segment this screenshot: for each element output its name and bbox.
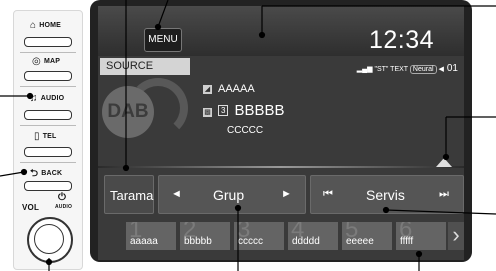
- volume-knob[interactable]: [27, 217, 73, 263]
- vol-audio-label: AUDIO: [55, 204, 73, 210]
- audio-button[interactable]: [24, 110, 72, 120]
- service-icon: ▩: [203, 108, 212, 117]
- preset-2[interactable]: 2 bbbbb: [180, 222, 231, 250]
- channel-number: 01: [446, 63, 458, 74]
- stereo-text-indicator: "ST" TEXT: [374, 66, 408, 73]
- back-button[interactable]: [24, 181, 72, 191]
- service-selector[interactable]: ⏮ Servis ⏭: [310, 175, 464, 214]
- map-compass-icon: ◎: [32, 56, 41, 67]
- audio-label: ♫ AUDIO: [30, 93, 65, 104]
- skip-forward-icon[interactable]: ⏭: [439, 188, 449, 201]
- ensemble-icon: ◢: [203, 85, 212, 94]
- divider: [20, 52, 76, 53]
- home-label: ⌂ HOME: [30, 20, 62, 31]
- ensemble-row: ◢ AAAAA: [203, 83, 255, 95]
- group-label: Grup: [213, 187, 245, 203]
- preset-label: bbbbb: [184, 236, 212, 247]
- clock: 12:34: [368, 26, 434, 54]
- preset-label: eeeee: [346, 236, 374, 247]
- skip-back-icon[interactable]: ⏮: [323, 188, 333, 201]
- preset-3[interactable]: 3 ccccc: [234, 222, 285, 250]
- preset-6[interactable]: 6 fffff: [396, 222, 447, 250]
- service-number: 3: [218, 105, 229, 116]
- signal-icon: ▂▄▆: [356, 66, 375, 73]
- dab-logo: DAB: [102, 86, 154, 138]
- ensemble-name: AAAAA: [218, 83, 255, 95]
- radio-text: CCCCC: [227, 125, 264, 136]
- group-next-icon[interactable]: ►: [281, 188, 292, 200]
- speaker-icon: ◀: [438, 66, 444, 73]
- tel-button[interactable]: [24, 147, 72, 157]
- scan-label: Tarama: [110, 188, 154, 203]
- preset-4[interactable]: 4 ddddd: [288, 222, 339, 250]
- source-button[interactable]: SOURCE: [100, 58, 190, 75]
- hardware-control-panel: ⌂ HOME ◎ MAP ♫ AUDIO ▯ TEL ⮌ BACK VOL ⏻ AUDIO: [13, 10, 83, 270]
- preset-next-icon[interactable]: ›: [448, 222, 464, 250]
- back-arrow-icon: ⮌: [30, 168, 39, 179]
- vol-label: VOL: [22, 203, 40, 212]
- service-label: Servis: [366, 187, 405, 203]
- audio-display: MENU 12:34 SOURCE ▂▄▆ "ST" TEXT Neural ◀…: [98, 6, 464, 260]
- divider: [20, 125, 76, 126]
- preset-label: ccccc: [238, 236, 263, 247]
- group-prev-icon[interactable]: ◄: [171, 188, 182, 200]
- service-name: BBBBB: [234, 102, 285, 119]
- service-row: ▩ 3 BBBBB: [203, 102, 284, 119]
- preset-label: aaaaa: [130, 236, 158, 247]
- map-label: ◎ MAP: [32, 56, 61, 67]
- scan-button[interactable]: Tarama: [104, 175, 154, 214]
- tel-label: ▯ TEL: [34, 131, 57, 142]
- group-selector[interactable]: ◄ Grup ►: [158, 175, 306, 214]
- divider: [20, 162, 76, 163]
- music-note-icon: ♫: [30, 93, 38, 104]
- expand-up-icon[interactable]: [436, 158, 452, 167]
- phone-icon: ▯: [34, 131, 40, 142]
- neural-badge: Neural: [409, 65, 437, 74]
- preset-label: ddddd: [292, 236, 320, 247]
- menu-button[interactable]: MENU: [144, 28, 182, 52]
- map-button[interactable]: [24, 71, 72, 81]
- divider: [20, 86, 76, 87]
- preset-5[interactable]: 5 eeeee: [342, 222, 393, 250]
- preset-bar: 1 aaaaa 2 bbbbb 3 ccccc 4 ddddd 5 eeeee …: [98, 218, 464, 250]
- home-button[interactable]: [24, 37, 72, 47]
- separator: [98, 166, 464, 168]
- status-line: ▂▄▆ "ST" TEXT Neural ◀ 01: [357, 63, 458, 74]
- preset-label: fffff: [400, 236, 414, 247]
- preset-1[interactable]: 1 aaaaa: [126, 222, 177, 250]
- house-icon: ⌂: [30, 20, 37, 31]
- power-icon: ⏻: [58, 192, 67, 203]
